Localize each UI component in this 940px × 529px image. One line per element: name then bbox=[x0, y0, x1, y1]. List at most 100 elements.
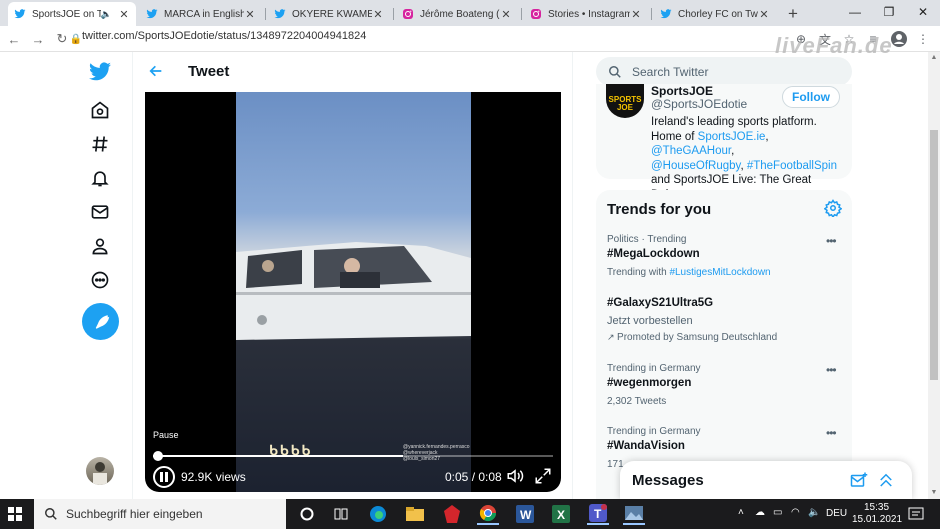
onedrive-icon[interactable]: ☁ bbox=[755, 507, 765, 518]
bio-link-sportsjoe[interactable]: SportsJOE.ie bbox=[698, 131, 766, 143]
profile-card: SPORTS JOE SportsJOE @SportsJOEdotie Fol… bbox=[596, 84, 852, 201]
task-view-icon[interactable] bbox=[330, 503, 352, 525]
trends-title: Trends for you bbox=[607, 201, 712, 218]
taskbar-search-input[interactable]: Suchbegriff hier eingeben bbox=[66, 507, 203, 521]
close-tab-icon[interactable]: ✕ bbox=[758, 8, 770, 21]
teams-icon[interactable]: T bbox=[587, 503, 609, 525]
trend-item[interactable]: Trending in Germany #wegenmorgen 2,302 T… bbox=[596, 363, 852, 411]
minimize-icon[interactable]: — bbox=[838, 0, 872, 24]
clock-date[interactable]: 15.01.2021 bbox=[852, 514, 902, 525]
profile-handle[interactable]: @SportsJOEdotie bbox=[651, 97, 747, 111]
tab-okyere[interactable]: OKYERE KWAME TA ✕ bbox=[268, 2, 390, 26]
new-message-icon[interactable] bbox=[850, 471, 868, 489]
windows-start-icon[interactable] bbox=[8, 507, 22, 521]
bio-link-houseofrugby[interactable]: @HouseOfRugby bbox=[651, 160, 740, 172]
photos-icon[interactable] bbox=[623, 503, 645, 525]
tab-instagram-stories[interactable]: Stories • Instagram ✕ bbox=[524, 2, 648, 26]
page-scrollbar[interactable]: ▲ ▼ bbox=[928, 52, 940, 499]
pause-button[interactable] bbox=[153, 466, 175, 488]
compose-tweet-button[interactable] bbox=[82, 303, 119, 340]
explore-hashtag-icon[interactable] bbox=[86, 130, 114, 158]
sportsjoe-avatar[interactable]: SPORTS JOE bbox=[606, 84, 644, 118]
cortana-icon[interactable] bbox=[296, 503, 318, 525]
close-tab-icon[interactable]: ✕ bbox=[372, 8, 384, 21]
twitter-icon bbox=[14, 8, 26, 20]
bio-link-gaahour[interactable]: @TheGAAHour bbox=[651, 145, 731, 157]
back-arrow-icon[interactable] bbox=[147, 62, 165, 80]
fullscreen-icon[interactable] bbox=[534, 467, 552, 485]
promoted-label: ↗ Promoted by Samsung Deutschland bbox=[607, 332, 777, 343]
feather-icon bbox=[95, 314, 109, 329]
back-icon[interactable]: ← bbox=[4, 29, 24, 49]
language-indicator[interactable]: DEU bbox=[826, 508, 847, 519]
bio-text: , bbox=[731, 145, 735, 157]
app-icon-red[interactable] bbox=[441, 503, 463, 525]
profile-person-icon[interactable] bbox=[86, 232, 114, 260]
close-tab-icon[interactable]: ✕ bbox=[118, 8, 130, 21]
address-bar[interactable]: twitter.com/SportsJOEdotie/status/134897… bbox=[82, 30, 366, 42]
messages-drawer[interactable]: Messages bbox=[620, 461, 912, 499]
speaker-icon[interactable]: 🔈 bbox=[101, 9, 112, 20]
tab-separator bbox=[521, 8, 522, 20]
profile-name[interactable]: SportsJOE bbox=[651, 84, 713, 98]
trend-item-promoted[interactable]: #GalaxyS21Ultra5G Jetzt vorbestellen ↗ P… bbox=[596, 296, 852, 344]
tab-title: Chorley FC on Twitte bbox=[678, 8, 758, 20]
promoted-text: Promoted by Samsung Deutschland bbox=[617, 332, 778, 343]
close-window-icon[interactable]: ✕ bbox=[906, 0, 940, 24]
wifi-icon[interactable]: ◠ bbox=[791, 507, 800, 518]
account-avatar[interactable] bbox=[86, 457, 114, 485]
scroll-down-icon[interactable]: ▼ bbox=[930, 489, 938, 497]
expand-chevron-icon[interactable] bbox=[877, 471, 895, 489]
trends-panel: Trends for you Politics · Trending #Mega… bbox=[596, 190, 852, 499]
trend-name: #wegenmorgen bbox=[607, 377, 692, 389]
file-explorer-icon[interactable] bbox=[404, 503, 426, 525]
close-tab-icon[interactable]: ✕ bbox=[500, 8, 512, 21]
more-options-icon[interactable]: ••• bbox=[826, 426, 837, 440]
trend-context-link[interactable]: #LustigesMitLockdown bbox=[669, 267, 770, 278]
notifications-bell-icon[interactable] bbox=[86, 164, 114, 192]
settings-gear-icon[interactable] bbox=[824, 199, 842, 217]
video-progress-bar[interactable] bbox=[153, 455, 553, 457]
more-circle-icon[interactable] bbox=[86, 266, 114, 294]
home-icon[interactable] bbox=[86, 96, 114, 124]
taskbar-search[interactable]: Suchbegriff hier eingeben bbox=[34, 499, 286, 529]
trend-item[interactable]: Politics · Trending #MegaLockdown Trendi… bbox=[596, 234, 852, 284]
forward-icon[interactable]: → bbox=[28, 29, 48, 49]
chrome-icon[interactable] bbox=[477, 503, 499, 525]
twitter-logo-icon[interactable] bbox=[86, 58, 114, 86]
video-progress-handle[interactable] bbox=[153, 451, 163, 461]
new-tab-button[interactable]: + bbox=[782, 2, 804, 26]
more-options-icon[interactable]: ••• bbox=[826, 234, 837, 248]
tray-chevron-icon[interactable]: ˄ bbox=[738, 507, 744, 518]
menu-icon[interactable]: ⋮ bbox=[914, 30, 932, 48]
profile-icon[interactable] bbox=[890, 30, 908, 48]
scroll-up-icon[interactable]: ▲ bbox=[930, 54, 938, 62]
clock-time[interactable]: 15:35 bbox=[864, 502, 889, 513]
close-tab-icon[interactable]: ✕ bbox=[630, 8, 642, 21]
search-box[interactable]: Search Twitter bbox=[596, 57, 852, 86]
word-icon[interactable]: W bbox=[514, 503, 536, 525]
messages-envelope-icon[interactable] bbox=[86, 198, 114, 226]
tab-chorley[interactable]: Chorley FC on Twitte ✕ bbox=[654, 2, 776, 26]
tab-marca[interactable]: MARCA in English o ✕ bbox=[140, 2, 262, 26]
network-icon[interactable]: ▭ bbox=[773, 507, 782, 518]
trend-name: #WandaVision bbox=[607, 440, 685, 452]
excel-icon[interactable]: X bbox=[550, 503, 572, 525]
close-tab-icon[interactable]: ✕ bbox=[244, 8, 256, 21]
volume-icon[interactable]: 🔈 bbox=[808, 507, 820, 518]
video-player[interactable]: Pause ᑲᑲᑲᑲ @yannick.fernandes.perrasco @… bbox=[145, 92, 561, 492]
tab-sportsjoe[interactable]: SportsJOE on Tw 🔈 ✕ bbox=[8, 2, 136, 26]
follow-button[interactable]: Follow bbox=[782, 86, 840, 108]
scrollbar-thumb[interactable] bbox=[930, 130, 938, 380]
trend-name: #MegaLockdown bbox=[607, 248, 700, 260]
video-car-image bbox=[236, 242, 471, 340]
more-options-icon[interactable]: ••• bbox=[826, 363, 837, 377]
tab-boateng[interactable]: Jérôme Boateng (@ ✕ bbox=[396, 2, 518, 26]
edge-icon[interactable] bbox=[367, 503, 389, 525]
bio-link-footballspin[interactable]: #TheFootballSpin bbox=[747, 160, 837, 172]
tab-title: Jérôme Boateng (@ bbox=[420, 8, 500, 20]
notification-center-icon[interactable] bbox=[908, 506, 924, 522]
restore-icon[interactable]: ❐ bbox=[872, 0, 906, 24]
volume-icon[interactable] bbox=[505, 467, 525, 485]
search-input[interactable]: Search Twitter bbox=[632, 65, 708, 79]
